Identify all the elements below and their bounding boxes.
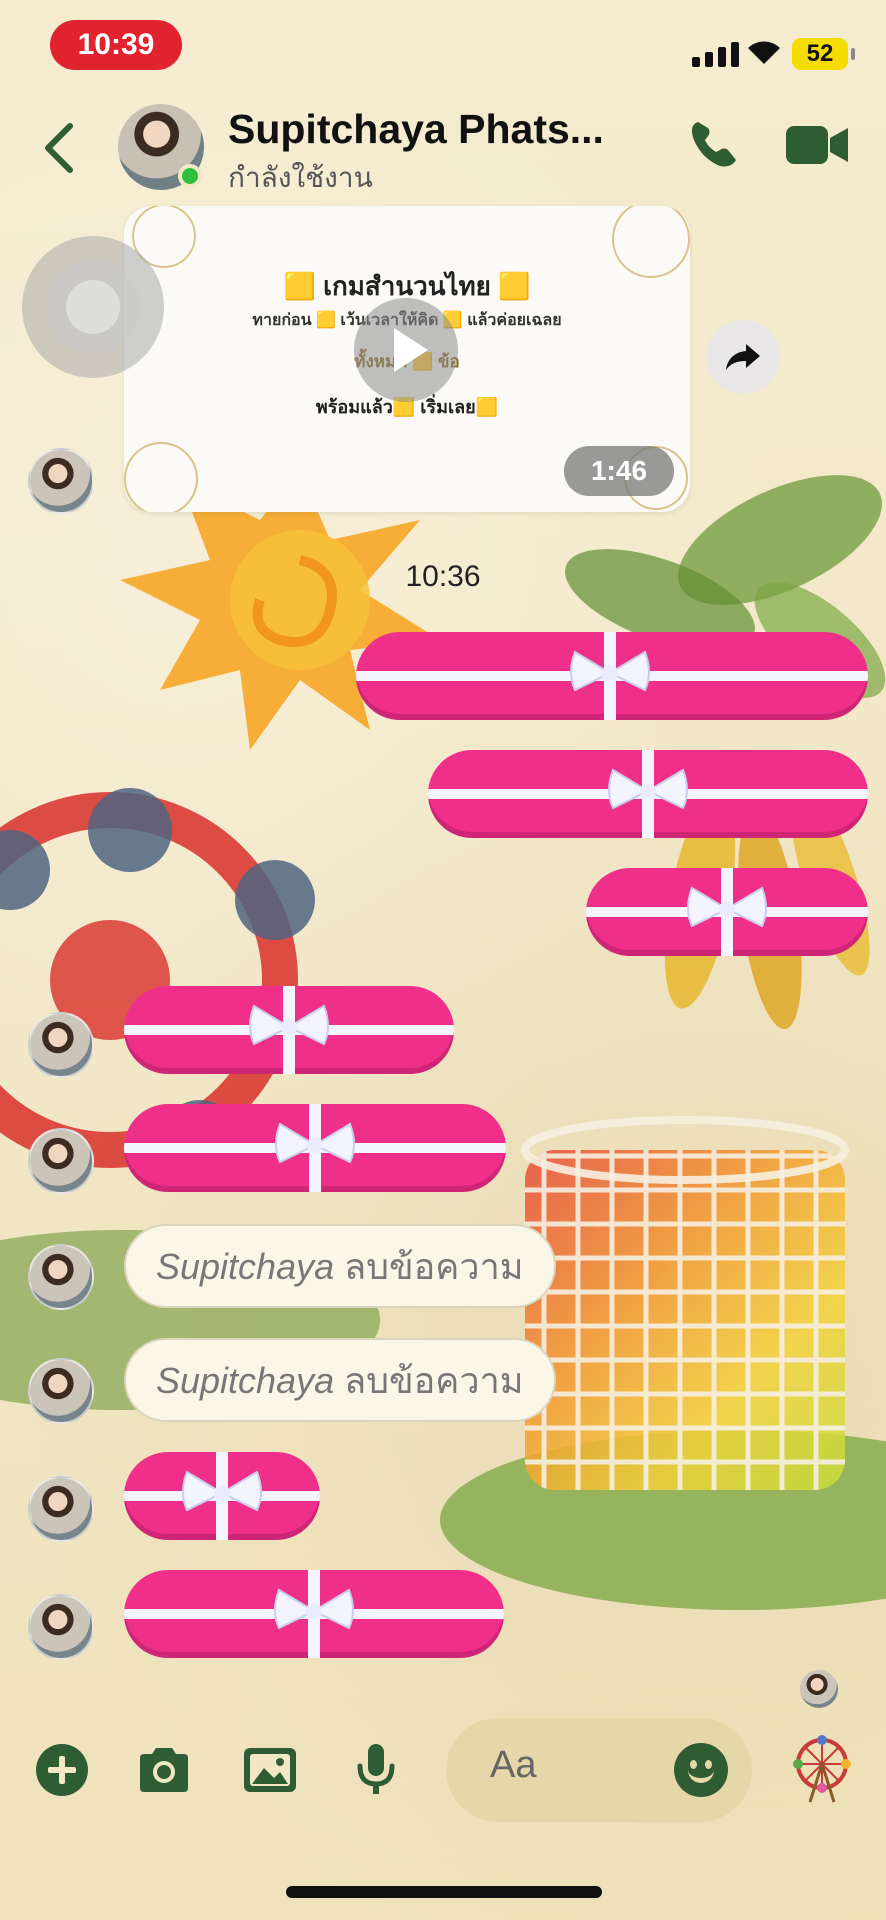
bow-icon [274, 1588, 354, 1630]
plus-circle-icon[interactable] [34, 1742, 90, 1798]
deleted-message[interactable]: Supitchaya ลบข้อความ [124, 1224, 556, 1308]
seen-receipt-avatar [800, 1670, 838, 1708]
gift-message[interactable] [124, 1104, 506, 1192]
sender-avatar[interactable] [28, 1594, 94, 1660]
share-arrow-icon[interactable] [706, 320, 780, 394]
message-composer: Aa [0, 1710, 886, 1830]
bow-icon [249, 1004, 329, 1046]
bow-icon [687, 886, 767, 928]
gift-message[interactable] [124, 986, 454, 1074]
home-indicator[interactable] [286, 1886, 602, 1898]
sender-avatar[interactable] [28, 1476, 94, 1542]
video-duration: 1:46 [564, 446, 674, 496]
sender-avatar[interactable] [28, 1244, 94, 1310]
deleted-text: ลบข้อความ [344, 1360, 524, 1401]
contact-name[interactable]: Supitchaya Phats... [228, 106, 604, 153]
gift-message[interactable] [356, 632, 868, 720]
gift-message[interactable] [586, 868, 868, 956]
chat-header: Supitchaya Phats... กำลังใช้งาน [0, 94, 886, 204]
phone-icon[interactable] [688, 118, 740, 170]
assistive-touch-button[interactable] [22, 236, 164, 378]
status-time: 10:39 [50, 20, 182, 70]
sender-avatar[interactable] [28, 1012, 94, 1078]
sender-avatar[interactable] [28, 448, 94, 514]
deleted-sender: Supitchaya [156, 1360, 345, 1401]
image-icon[interactable] [242, 1742, 298, 1798]
status-bar: 10:39 52 [0, 0, 886, 94]
bow-icon [275, 1122, 355, 1164]
video-message[interactable]: 🟨 เกมสำนวนไทย 🟨 ทายก่อน 🟨 เว้นเวลาให้คิด… [124, 206, 690, 512]
deleted-text: ลบข้อความ [344, 1246, 524, 1287]
sender-avatar[interactable] [28, 1358, 94, 1424]
online-status-dot [178, 164, 202, 188]
battery-indicator: 52 [792, 38, 855, 70]
video-camera-icon[interactable] [786, 124, 848, 166]
contact-status: กำลังใช้งาน [228, 162, 373, 193]
message-timestamp: 10:36 [405, 560, 481, 593]
bow-icon [608, 768, 688, 810]
deleted-message[interactable]: Supitchaya ลบข้อความ [124, 1338, 556, 1422]
message-input-placeholder: Aa [490, 1744, 537, 1786]
gift-message[interactable] [124, 1452, 320, 1540]
play-icon[interactable] [354, 298, 458, 402]
smiley-icon[interactable] [674, 1743, 728, 1797]
card-ornament [124, 442, 198, 512]
gift-message[interactable] [428, 750, 868, 838]
gift-message[interactable] [124, 1570, 504, 1658]
message-input[interactable]: Aa [446, 1718, 752, 1822]
bow-icon [182, 1470, 262, 1512]
cellular-signal-icon [692, 42, 739, 67]
camera-icon[interactable] [136, 1742, 192, 1798]
bow-icon [570, 650, 650, 692]
microphone-icon[interactable] [348, 1742, 404, 1798]
deleted-sender: Supitchaya [156, 1246, 345, 1287]
wifi-icon [748, 41, 780, 64]
chevron-left-icon[interactable] [40, 120, 80, 176]
sender-avatar[interactable] [28, 1128, 94, 1194]
ferris-wheel-icon[interactable] [790, 1734, 854, 1804]
